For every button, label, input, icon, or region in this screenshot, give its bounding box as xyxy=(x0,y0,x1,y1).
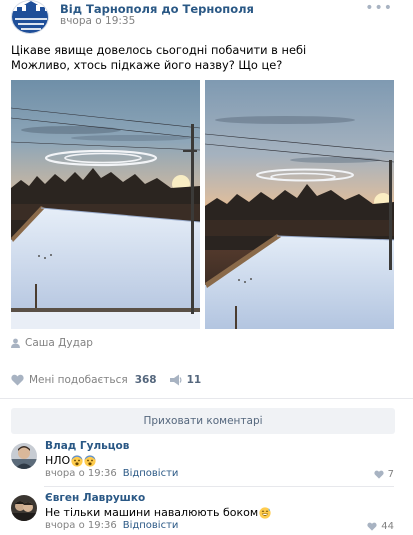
post-text: Цікаве явище довелось сьогодні побачити … xyxy=(11,43,406,72)
heart-icon xyxy=(374,470,384,479)
share-button[interactable]: 11 xyxy=(169,374,202,386)
fearful-face-icon xyxy=(84,454,96,467)
divider xyxy=(0,398,413,399)
heart-icon xyxy=(367,522,377,531)
comment-like-count: 7 xyxy=(387,469,394,480)
comment-text-content: НЛО xyxy=(45,454,71,467)
post-text-line: Цікаве явище довелось сьогодні побачити … xyxy=(11,43,307,57)
comment-meta: вчора о 19:36 Відповісти xyxy=(45,520,178,531)
avatar[interactable] xyxy=(11,495,37,521)
comment-like-button[interactable]: 44 xyxy=(367,521,394,532)
divider xyxy=(44,486,394,487)
comment-time[interactable]: вчора о 19:36 xyxy=(45,520,117,531)
like-button[interactable]: Мені подобається 368 xyxy=(11,374,157,386)
avatar[interactable] xyxy=(11,443,37,469)
comment-meta: вчора о 19:36 Відповісти xyxy=(45,468,178,479)
comment-time[interactable]: вчора о 19:36 xyxy=(45,468,117,479)
grinning-face-with-sweat-icon xyxy=(259,506,271,519)
reply-button[interactable]: Відповісти xyxy=(123,520,179,531)
group-name[interactable]: Від Тарнополя до Тернополя xyxy=(60,2,254,16)
hide-comments-button[interactable]: Приховати коментарі xyxy=(11,408,395,434)
post-actions: Мені подобається 368 11 xyxy=(11,372,201,388)
comment: Євген Лаврушко Не тільки машини навалюют… xyxy=(0,490,413,534)
post-text-line: Можливо, хтось підкаже його назву? Що це… xyxy=(11,57,283,72)
more-options-icon[interactable]: ••• xyxy=(365,1,393,15)
post-photo-1[interactable] xyxy=(11,80,200,329)
comment-like-count: 44 xyxy=(381,521,394,532)
post-time[interactable]: вчора о 19:35 xyxy=(60,15,135,27)
comment: Влад Гульцов НЛО вчора о 19:36 Відповісти… xyxy=(0,438,413,487)
comment-author[interactable]: Влад Гульцов xyxy=(45,440,129,452)
comment-text: Не тільки машини навалюють боком xyxy=(45,506,271,519)
fearful-face-icon xyxy=(71,454,83,467)
comment-like-button[interactable]: 7 xyxy=(374,469,394,480)
share-icon xyxy=(169,374,182,386)
photo-author-name: Саша Дудар xyxy=(25,337,93,349)
comment-text-content: Не тільки машини навалюють боком xyxy=(45,506,259,519)
like-label: Мені подобається xyxy=(29,374,128,386)
comment-text: НЛО xyxy=(45,454,96,467)
post-header: Від Тарнополя до Тернополя вчора о 19:35… xyxy=(0,0,413,38)
user-icon xyxy=(11,338,20,348)
heart-icon xyxy=(11,374,24,386)
post-photo-2[interactable] xyxy=(205,80,394,329)
reply-button[interactable]: Відповісти xyxy=(123,468,179,479)
group-avatar[interactable] xyxy=(11,0,49,34)
like-count: 368 xyxy=(134,374,157,386)
photo-author[interactable]: Саша Дудар xyxy=(11,336,93,350)
comment-author[interactable]: Євген Лаврушко xyxy=(45,492,145,504)
group-logo-icon xyxy=(12,1,48,33)
share-count: 11 xyxy=(186,374,202,386)
